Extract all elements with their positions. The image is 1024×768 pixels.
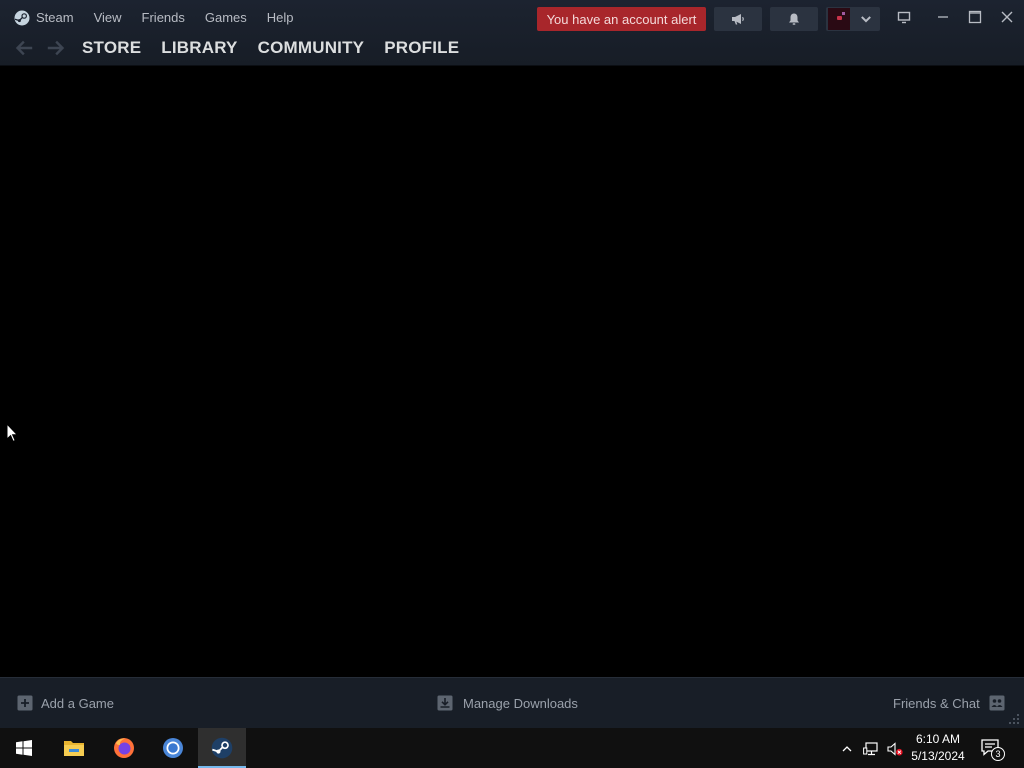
account-alert-button[interactable]: You have an account alert xyxy=(537,7,706,31)
forward-button[interactable] xyxy=(40,32,72,64)
nav-store[interactable]: STORE xyxy=(72,38,151,58)
taskbar-clock[interactable]: 6:10 AM 5/13/2024 xyxy=(908,731,968,765)
nav-bar: STORE LIBRARY COMMUNITY PROFILE xyxy=(0,32,469,64)
arrow-left-icon xyxy=(15,40,33,56)
notifications-button[interactable] xyxy=(770,7,818,31)
title-bar: Steam View Friends Games Help STORE LIBR… xyxy=(0,0,1024,66)
monitor-icon xyxy=(897,11,911,24)
steam-logo-icon xyxy=(14,10,30,26)
friends-chat-label: Friends & Chat xyxy=(893,695,980,711)
volume-button[interactable] xyxy=(886,740,904,758)
add-game-button[interactable]: Add a Game xyxy=(17,695,114,711)
plus-box-icon xyxy=(17,695,33,711)
minimize-icon xyxy=(938,16,948,18)
nav-library[interactable]: LIBRARY xyxy=(151,38,247,58)
big-picture-button[interactable] xyxy=(889,4,919,30)
friends-chat-button[interactable]: Friends & Chat xyxy=(893,695,1005,711)
download-icon xyxy=(437,695,453,711)
arrow-right-icon xyxy=(47,40,65,56)
taskbar-chrome[interactable] xyxy=(149,728,197,768)
nav-profile[interactable]: PROFILE xyxy=(374,38,469,58)
bottom-bar: Add a Game Manage Downloads Friends & Ch… xyxy=(0,677,1024,728)
taskbar-steam[interactable] xyxy=(198,728,246,768)
resize-grip-icon[interactable] xyxy=(1008,713,1020,725)
windows-logo-icon xyxy=(16,740,32,756)
nav-community[interactable]: COMMUNITY xyxy=(248,38,375,58)
megaphone-icon xyxy=(732,14,744,25)
folder-icon xyxy=(64,741,84,756)
bell-icon xyxy=(789,13,799,25)
clock-date: 5/13/2024 xyxy=(911,749,965,763)
mouse-cursor-icon xyxy=(6,423,18,443)
menu-steam[interactable]: Steam xyxy=(0,0,84,36)
account-menu-button[interactable] xyxy=(826,7,880,31)
show-hidden-icons-button[interactable] xyxy=(838,740,856,758)
minimize-button[interactable] xyxy=(928,4,958,30)
steam-window: Steam View Friends Games Help STORE LIBR… xyxy=(0,0,1024,728)
chevron-down-icon xyxy=(861,16,871,23)
network-button[interactable] xyxy=(862,740,880,758)
main-content xyxy=(0,66,1024,676)
network-icon xyxy=(863,742,878,756)
menu-friends[interactable]: Friends xyxy=(132,0,195,36)
chrome-icon xyxy=(163,738,183,758)
taskbar-firefox[interactable] xyxy=(100,728,148,768)
maximize-button[interactable] xyxy=(960,4,990,30)
menu-games[interactable]: Games xyxy=(195,0,257,36)
firefox-icon xyxy=(114,738,134,758)
speaker-muted-icon xyxy=(887,742,903,756)
start-button[interactable] xyxy=(0,728,48,768)
menu-steam-label: Steam xyxy=(36,10,74,25)
action-center-button[interactable]: 3 xyxy=(980,737,1005,761)
menu-view[interactable]: View xyxy=(84,0,132,36)
close-button[interactable] xyxy=(992,4,1022,30)
menu-bar: Steam View Friends Games Help xyxy=(0,0,304,36)
close-icon xyxy=(1001,11,1013,23)
notification-count-badge: 3 xyxy=(991,747,1005,761)
manage-downloads-label: Manage Downloads xyxy=(463,695,578,711)
taskbar-file-explorer[interactable] xyxy=(50,728,98,768)
manage-downloads-button[interactable]: Manage Downloads xyxy=(437,695,578,711)
friends-icon xyxy=(989,695,1005,711)
back-button[interactable] xyxy=(8,32,40,64)
maximize-icon xyxy=(968,10,982,24)
announcements-button[interactable] xyxy=(714,7,762,31)
avatar xyxy=(828,8,850,30)
chevron-up-icon xyxy=(842,746,852,752)
menu-help[interactable]: Help xyxy=(257,0,304,36)
clock-time: 6:10 AM xyxy=(915,732,961,746)
windows-taskbar: 6:10 AM 5/13/2024 3 xyxy=(0,728,1024,768)
add-game-label: Add a Game xyxy=(41,695,114,711)
steam-icon xyxy=(211,737,233,759)
